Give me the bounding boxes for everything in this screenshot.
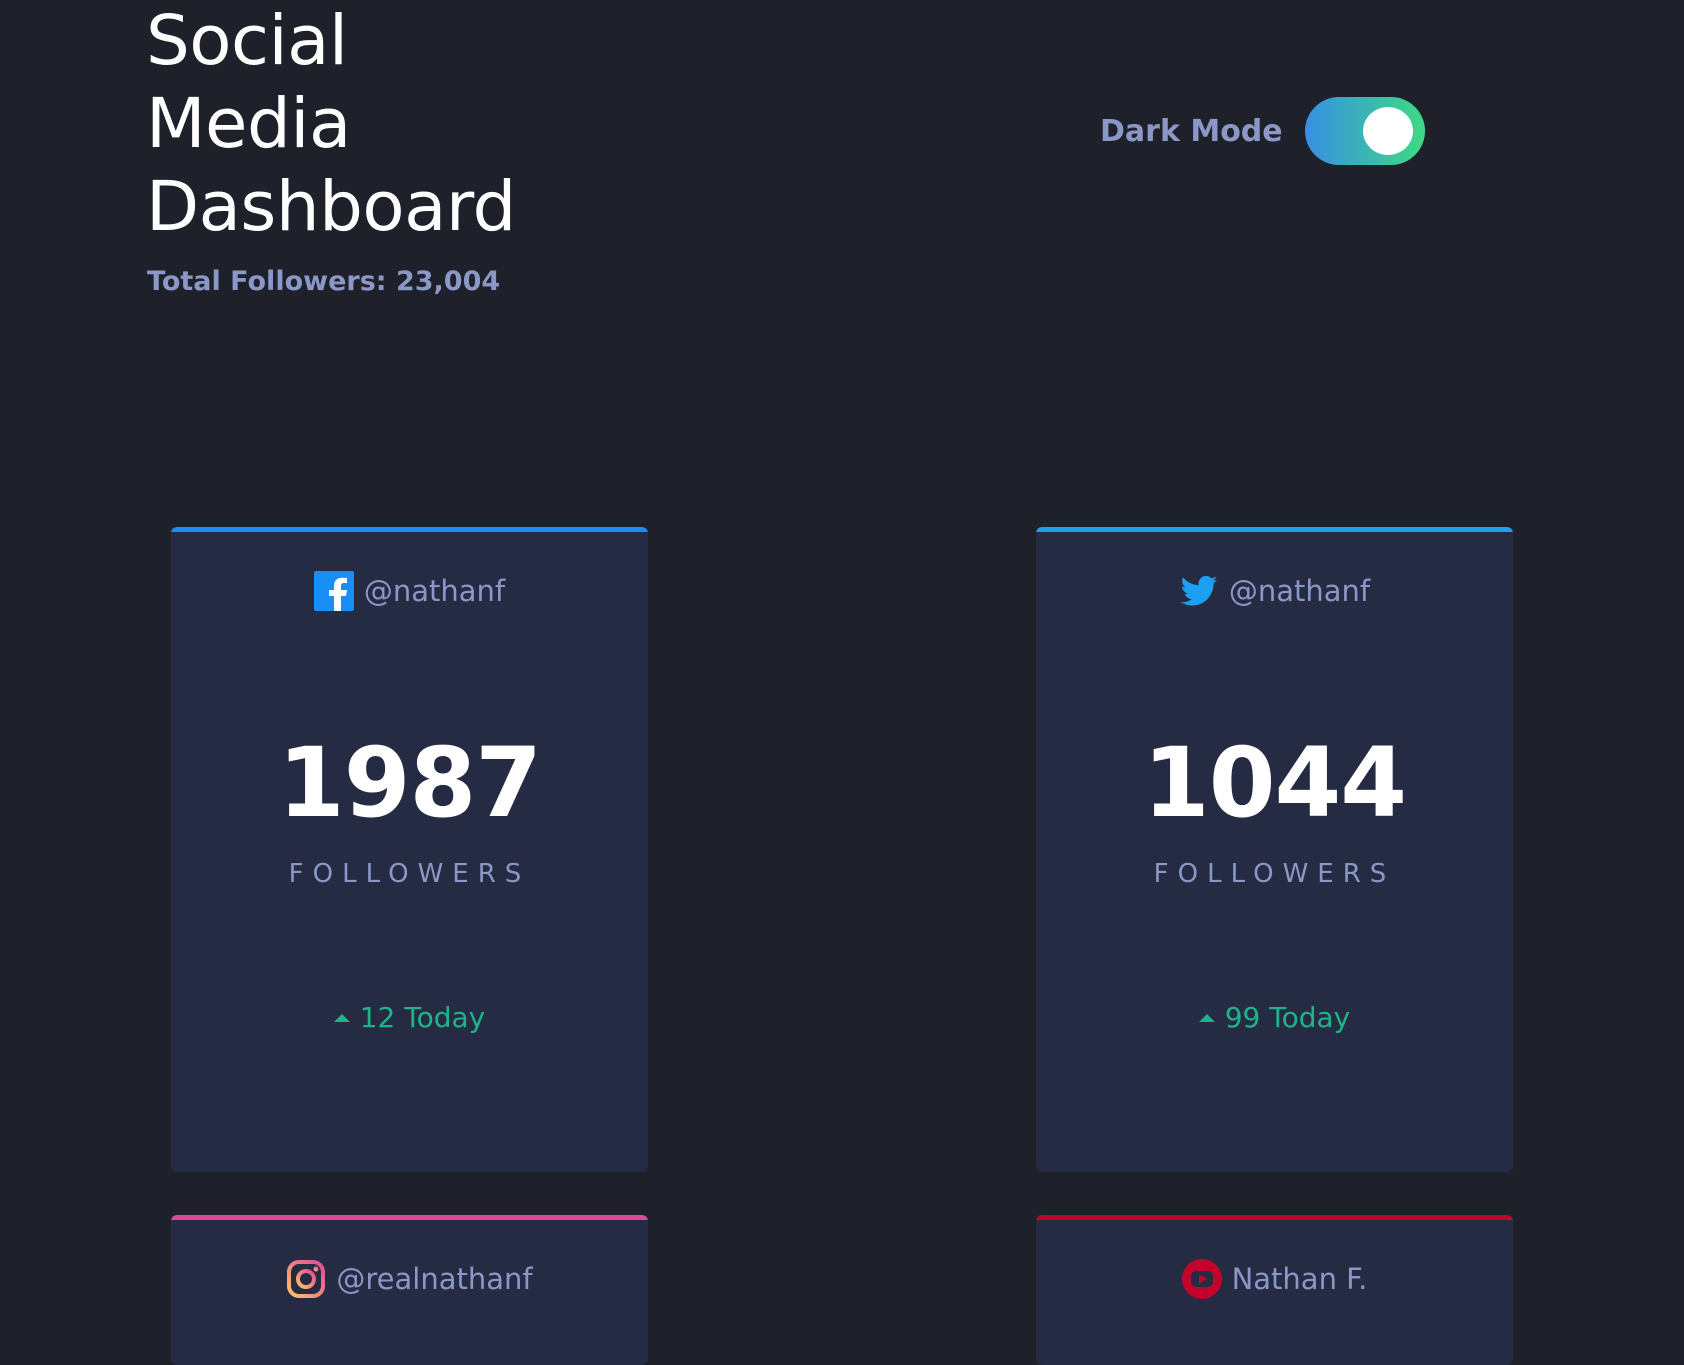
youtube-icon xyxy=(1181,1259,1222,1299)
instagram-icon xyxy=(286,1259,326,1299)
toggle-knob xyxy=(1362,107,1413,155)
page-title-line-1: Social xyxy=(146,1,348,81)
card-handle: @nathanf xyxy=(1036,571,1513,611)
follower-count: 1044 xyxy=(1142,727,1407,839)
dark-mode-control: Dark Mode xyxy=(1100,97,1425,165)
twitter-icon xyxy=(1179,571,1219,611)
card-twitter[interactable]: @nathanf 1044 FOLLOWERS 99 Today xyxy=(1036,527,1513,1172)
card-accent-bar xyxy=(171,1215,648,1220)
card-facebook[interactable]: @nathanf 1987 FOLLOWERS 12 Today xyxy=(171,527,648,1172)
follower-count: 1987 xyxy=(277,727,542,839)
card-handle: Nathan F. xyxy=(1036,1259,1513,1299)
card-handle-text: Nathan F. xyxy=(1231,1262,1368,1296)
today-change: 99 Today xyxy=(1036,1001,1513,1034)
follower-count-label: FOLLOWERS xyxy=(1153,859,1396,889)
total-followers: Total Followers: 23,004 xyxy=(147,266,501,297)
card-handle-text: @realnathanf xyxy=(336,1262,533,1296)
arrow-up-icon xyxy=(1198,1013,1215,1022)
arrow-up-icon xyxy=(333,1013,350,1022)
today-change-text: 12 Today xyxy=(359,1001,486,1034)
card-handle-text: @nathanf xyxy=(363,574,506,608)
follower-count-label: FOLLOWERS xyxy=(288,859,531,889)
card-accent-bar xyxy=(1036,527,1513,532)
page-title-line-3: Dashboard xyxy=(146,167,516,247)
today-change-text: 99 Today xyxy=(1224,1001,1351,1034)
dark-mode-toggle[interactable] xyxy=(1304,97,1425,165)
card-instagram[interactable]: @realnathanf xyxy=(171,1215,648,1365)
card-handle-text: @nathanf xyxy=(1228,574,1371,608)
card-handle: @nathanf xyxy=(171,571,648,611)
dark-mode-label: Dark Mode xyxy=(1100,113,1283,149)
facebook-icon xyxy=(313,571,354,611)
page-title: Social Media Dashboard xyxy=(146,0,516,249)
card-handle: @realnathanf xyxy=(171,1259,648,1299)
today-change: 12 Today xyxy=(171,1001,648,1034)
card-accent-bar xyxy=(171,527,648,532)
card-youtube[interactable]: Nathan F. xyxy=(1036,1215,1513,1365)
page-title-line-2: Media xyxy=(146,84,351,164)
card-accent-bar xyxy=(1036,1215,1513,1220)
